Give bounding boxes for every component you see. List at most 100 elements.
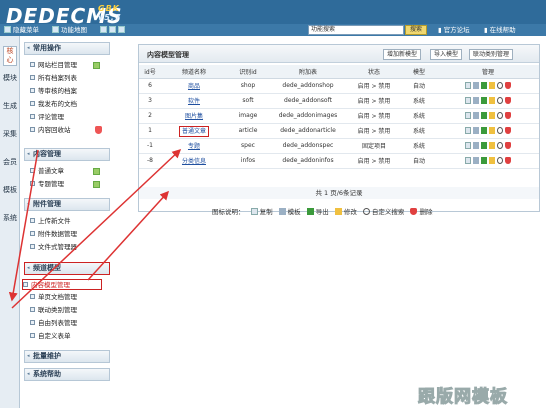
table-cell: dede_addonarticle [269, 123, 347, 139]
channel-name[interactable]: 普通文章 [178, 126, 209, 137]
menu-item-content-model[interactable]: 内容模型管理 [22, 279, 102, 290]
menu-item[interactable]: 等审核的档案 [30, 86, 110, 97]
channel-name[interactable]: 商品 [188, 83, 200, 90]
copy-icon[interactable] [465, 96, 471, 104]
tab-generate[interactable]: 生成 [3, 102, 17, 111]
delete-icon[interactable] [505, 156, 511, 164]
menu-item[interactable]: 上传新文件 [30, 216, 110, 227]
template-icon[interactable] [473, 141, 479, 149]
channel-name[interactable]: 软件 [188, 98, 200, 105]
tab-template[interactable]: 模板 [3, 186, 17, 195]
search-icon[interactable] [497, 141, 503, 149]
edit-icon[interactable] [489, 141, 495, 149]
export-icon[interactable] [481, 126, 487, 134]
channel-name-link[interactable]: 图片集 [161, 108, 227, 124]
channel-name-link[interactable]: 软件 [161, 93, 227, 109]
menu-item[interactable]: 普通文章 [30, 166, 110, 177]
hide-menu-button[interactable]: 隐藏菜单 [4, 24, 39, 36]
export-icon[interactable] [481, 96, 487, 104]
channel-name-link[interactable]: 专题 [161, 138, 227, 154]
layout-switch[interactable] [100, 24, 127, 36]
template-icon[interactable] [473, 81, 479, 89]
channel-name-link[interactable]: 分类信息 [161, 153, 227, 169]
edit-icon[interactable] [489, 96, 495, 104]
menu-section-batch[interactable]: 批量维护 [24, 350, 110, 363]
edit-icon[interactable] [489, 156, 495, 164]
menu-section-common[interactable]: 常用操作 [24, 42, 110, 55]
delete-icon[interactable] [505, 81, 511, 89]
template-icon[interactable] [473, 111, 479, 119]
add-icon[interactable] [93, 168, 100, 175]
template-icon[interactable] [473, 96, 479, 104]
table-cell: 2 [139, 108, 161, 124]
linkage-category-button[interactable]: 联动类别管理 [469, 49, 514, 60]
channel-name-link[interactable]: 商品 [161, 78, 227, 94]
tab-collect[interactable]: 采集 [3, 130, 17, 139]
template-icon [278, 208, 286, 215]
menu-icon [4, 26, 11, 33]
export-icon[interactable] [481, 111, 487, 119]
template-icon[interactable] [473, 126, 479, 134]
add-icon[interactable] [93, 62, 100, 69]
search-icon[interactable] [497, 81, 503, 89]
channel-name[interactable]: 图片集 [185, 113, 203, 120]
function-map-button[interactable]: 功能地图 [52, 24, 87, 36]
edit-icon[interactable] [489, 81, 495, 89]
column-header: 附加表 [269, 65, 347, 79]
table-cell: 3 [139, 93, 161, 109]
tab-member[interactable]: 会员 [3, 158, 17, 167]
forum-link[interactable]: ▮ 官方论坛 [438, 25, 470, 35]
add-icon[interactable] [93, 181, 100, 188]
copy-icon[interactable] [465, 156, 471, 164]
edit-icon[interactable] [489, 111, 495, 119]
menu-item[interactable]: 自由列表管理 [30, 318, 110, 329]
menu-item[interactable]: 网站栏目管理 [30, 60, 110, 71]
export-icon[interactable] [481, 141, 487, 149]
channel-name[interactable]: 分类信息 [182, 158, 206, 165]
menu-item[interactable]: 内容回收站 [30, 125, 110, 136]
channel-name[interactable]: 专题 [188, 143, 200, 150]
menu-item[interactable]: 我发布的文档 [30, 99, 110, 110]
search-icon[interactable] [497, 111, 503, 119]
channel-name-link[interactable]: 普通文章 [161, 123, 227, 139]
export-icon[interactable] [481, 81, 487, 89]
tab-core[interactable]: 核心 [3, 46, 17, 66]
search-icon[interactable] [497, 156, 503, 164]
add-model-button[interactable]: 增加新模型 [383, 49, 422, 60]
menu-item[interactable]: 文件式管理器 [30, 242, 110, 253]
search-input[interactable]: 功能搜索 [308, 25, 404, 35]
help-link[interactable]: ▮ 在线帮助 [484, 25, 516, 35]
menu-section-attachment[interactable]: 附件管理 [24, 198, 110, 211]
delete-icon[interactable] [505, 111, 511, 119]
copy-icon[interactable] [465, 111, 471, 119]
menu-item[interactable]: 评论管理 [30, 112, 110, 123]
template-icon[interactable] [473, 156, 479, 164]
export-icon[interactable] [481, 156, 487, 164]
search-icon[interactable] [497, 126, 503, 134]
search-icon[interactable] [497, 96, 503, 104]
tab-system[interactable]: 系统 [3, 214, 17, 223]
menu-item[interactable]: 所有档案列表 [30, 73, 110, 84]
bullet-icon [23, 282, 28, 287]
bullet-icon [30, 307, 35, 312]
copy-icon[interactable] [465, 81, 471, 89]
table-row: -1 专题 spec dede_addonspec 固定项目 系统 [139, 138, 539, 154]
menu-section-content[interactable]: 内容管理 [24, 148, 110, 161]
menu-item[interactable]: 自定义表单 [30, 331, 110, 342]
menu-item[interactable]: 附件数据管理 [30, 229, 110, 240]
menu-section-help[interactable]: 系统帮助 [24, 368, 110, 381]
menu-section-channel-model[interactable]: 频道模型 [24, 262, 110, 275]
edit-icon[interactable] [489, 126, 495, 134]
delete-icon[interactable] [505, 126, 511, 134]
copy-icon[interactable] [465, 141, 471, 149]
search-button[interactable]: 搜索 [405, 25, 427, 35]
pager: 共 1 页/6条记录 [139, 187, 539, 199]
menu-item[interactable]: 单页文档管理 [30, 292, 110, 303]
delete-icon[interactable] [505, 96, 511, 104]
import-model-button[interactable]: 导入模型 [430, 49, 463, 60]
delete-icon[interactable] [505, 141, 511, 149]
menu-item[interactable]: 联动类别管理 [30, 305, 110, 316]
tab-module[interactable]: 模块 [3, 74, 17, 83]
menu-item[interactable]: 专题管理 [30, 179, 110, 190]
copy-icon[interactable] [465, 126, 471, 134]
